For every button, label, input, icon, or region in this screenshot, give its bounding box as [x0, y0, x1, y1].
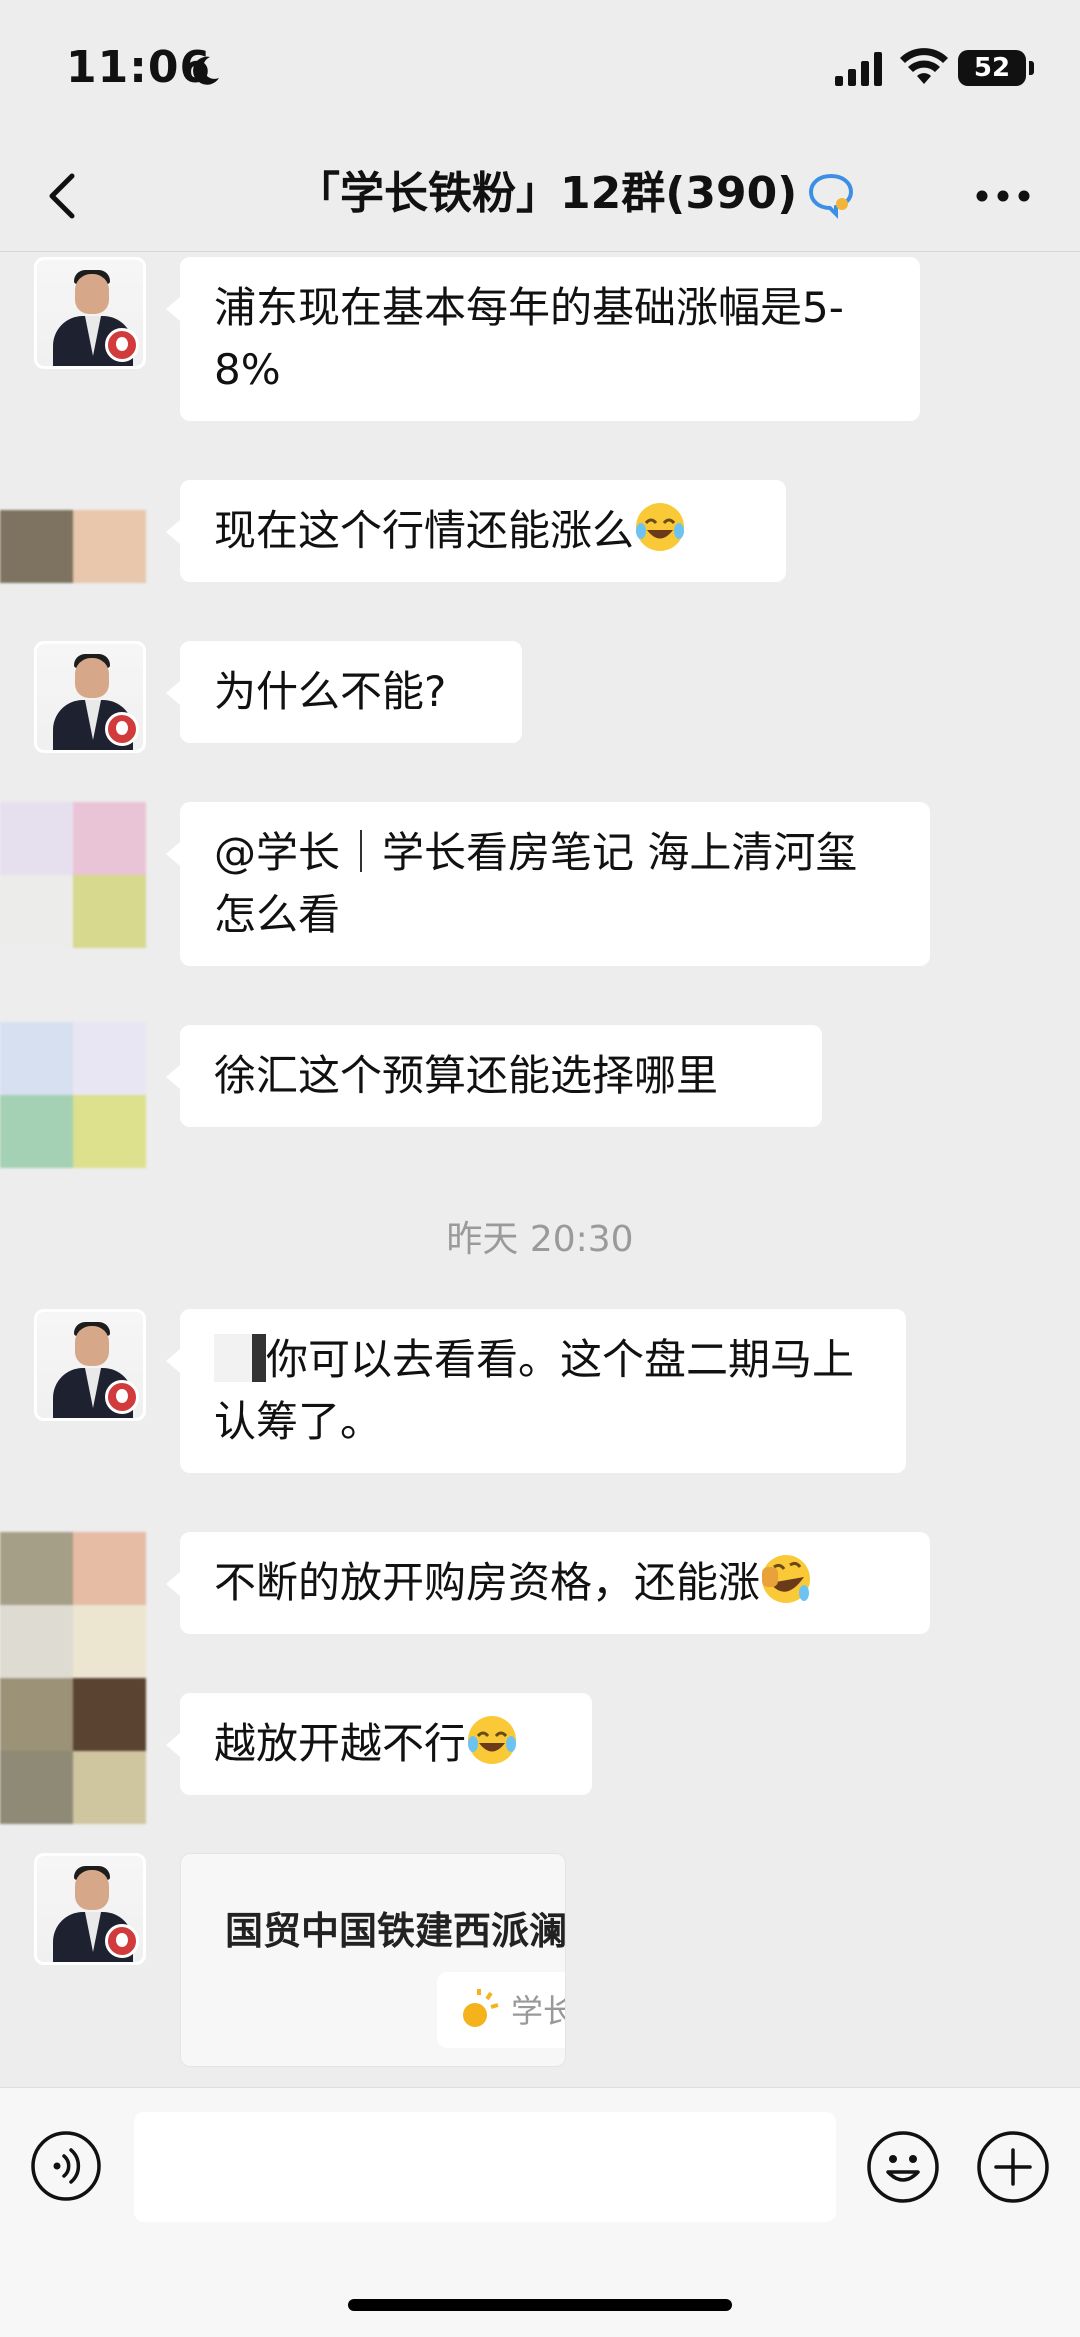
laughing-tears-emoji-icon — [636, 503, 685, 551]
mention-redacted — [214, 1334, 266, 1382]
avatar[interactable] — [0, 1678, 146, 1824]
verified-badge-icon — [105, 328, 139, 362]
avatar[interactable] — [0, 802, 146, 948]
message-bubble[interactable]: 现在这个行情还能涨么 — [166, 480, 786, 582]
verified-badge-icon — [105, 712, 139, 746]
message-bubble[interactable]: 徐汇这个预算还能选择哪里 — [166, 1025, 822, 1127]
avatar[interactable] — [34, 1853, 146, 1965]
avatar[interactable] — [0, 510, 146, 583]
message-text: 不断的放开购房资格，还能涨 — [214, 1558, 761, 1607]
avatar[interactable] — [0, 1532, 146, 1678]
message-text: 为什么不能? — [214, 667, 447, 716]
wifi-icon — [900, 48, 948, 84]
message-bubble[interactable]: 越放开越不行 — [166, 1693, 592, 1795]
avatar[interactable] — [34, 641, 146, 753]
message-bubble[interactable]: @学长｜学长看房笔记 海上清河玺怎么看 — [166, 802, 930, 966]
smile-icon[interactable] — [866, 2130, 940, 2204]
message-bubble[interactable]: 浦东现在基本每年的基础涨幅是5-8% — [166, 257, 920, 421]
home-indicator[interactable] — [348, 2299, 732, 2311]
voice-icon[interactable] — [30, 2130, 102, 2202]
chat-header: 「学长铁粉」12群(390) — [0, 140, 1080, 252]
chat-title: 「学长铁粉」12群(390) — [296, 168, 798, 219]
message-text: 越放开越不行 — [214, 1719, 467, 1768]
cellular-signal-icon — [835, 52, 882, 86]
rolling-laughing-emoji-icon — [762, 1555, 811, 1603]
message-text: 现在这个行情还能涨么 — [214, 506, 635, 555]
message-bubble[interactable]: 为什么不能? — [166, 641, 522, 743]
avatar[interactable] — [34, 257, 146, 369]
plus-icon[interactable] — [976, 2130, 1050, 2204]
timestamp: 昨天 20:30 — [446, 1219, 634, 1260]
sun-logo-icon — [463, 1989, 499, 2027]
laughing-tears-emoji-icon — [468, 1716, 517, 1764]
message-text: @学长｜学长看房笔记 海上清河玺怎么看 — [214, 828, 858, 939]
card-title: 国贸中国铁建西派澜 — [225, 1909, 566, 1953]
message-text: 浦东现在基本每年的基础涨幅是5-8% — [214, 283, 844, 394]
message-text: 徐汇这个预算还能选择哪里 — [214, 1051, 719, 1100]
message-bubble[interactable]: 不断的放开购房资格，还能涨 — [166, 1532, 930, 1634]
chevron-left-icon[interactable] — [40, 168, 90, 224]
avatar[interactable] — [34, 1309, 146, 1421]
moon-icon — [193, 56, 219, 85]
message-input[interactable] — [134, 2112, 836, 2222]
status-bar: 11:06 52 — [0, 0, 1080, 140]
verified-badge-icon — [105, 1380, 139, 1414]
avatar[interactable] — [0, 1022, 146, 1168]
message-bubble[interactable]: 你可以去看看。这个盘二期马上认筹了。 — [166, 1309, 906, 1473]
message-text: 你可以去看看。这个盘二期马上认筹了。 — [214, 1335, 855, 1446]
shared-card[interactable]: 国贸中国铁建西派澜 学长 — [180, 1853, 566, 2067]
ai-assistant-icon[interactable] — [806, 170, 856, 220]
more-dots-icon[interactable] — [975, 188, 1031, 204]
verified-badge-icon — [105, 1924, 139, 1958]
card-source: 学长 — [511, 1992, 565, 2030]
battery-indicator: 52 — [958, 50, 1026, 86]
battery-cap — [1029, 61, 1034, 75]
